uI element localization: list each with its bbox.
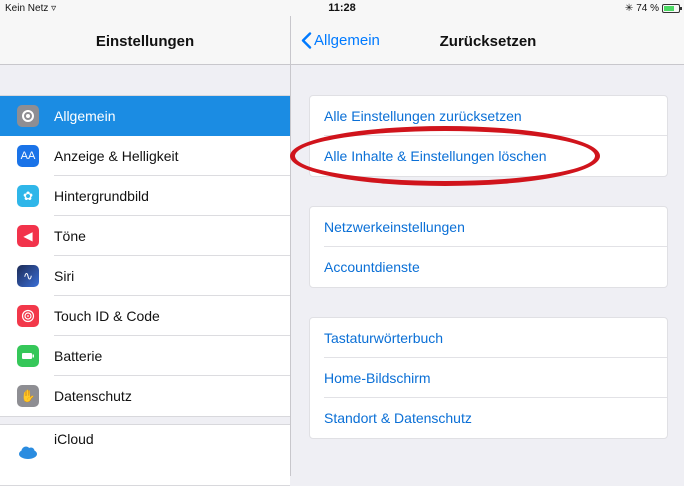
page-title: Zurücksetzen	[439, 33, 537, 50]
reset-all-settings[interactable]: Alle Einstellungen zurücksetzen	[310, 96, 667, 136]
location-privacy[interactable]: Standort & Datenschutz	[310, 398, 667, 438]
row-label: Tastaturwörterbuch	[324, 330, 444, 346]
row-label: Netzwerkeinstellungen	[324, 219, 465, 235]
detail-pane: Allgemein Zurücksetzen Alle Einstellunge…	[291, 0, 684, 476]
fingerprint-icon	[17, 305, 39, 327]
siri-icon: ∿	[17, 265, 39, 287]
sidebar-navbar: Einstellungen	[0, 16, 290, 65]
sidebar-group-icloud: iCloud	[0, 424, 290, 486]
sidebar-item-label: Datenschutz	[54, 388, 132, 404]
sidebar-item-label: Anzeige & Helligkeit	[54, 148, 179, 164]
reset-group-2: Netzwerkeinstellungen Accountdienste	[309, 206, 668, 288]
sidebar-item-icloud[interactable]: iCloud	[0, 425, 290, 485]
network-settings[interactable]: Netzwerkeinstellungen	[310, 207, 667, 247]
row-label: Alle Einstellungen zurücksetzen	[324, 108, 522, 124]
settings-sidebar: Einstellungen Allgemein AA Anzeige & Hel…	[0, 0, 291, 486]
battery-fill	[664, 6, 674, 11]
account-services[interactable]: Accountdienste	[310, 247, 667, 287]
bluetooth-icon: ✳	[624, 3, 634, 14]
sidebar-item-toene[interactable]: ◀ Töne	[0, 216, 290, 256]
sidebar-item-label: Hintergrundbild	[54, 188, 149, 204]
sidebar-item-allgemein[interactable]: Allgemein	[0, 96, 290, 136]
sidebar-item-label: Töne	[54, 228, 86, 244]
reset-group-1: Alle Einstellungen zurücksetzen Alle Inh…	[309, 95, 668, 177]
status-bar: Kein Netz ▿ 11:28 ✳ 74 %	[0, 0, 684, 16]
sidebar-item-label: Siri	[54, 268, 75, 284]
sidebar-title: Einstellungen	[95, 33, 195, 50]
sidebar-item-touchid[interactable]: Touch ID & Code	[0, 296, 290, 336]
cloud-icon	[17, 441, 39, 463]
sidebar-group-main: Allgemein AA Anzeige & Helligkeit ✿ Hint…	[0, 95, 290, 417]
clock: 11:28	[328, 2, 356, 14]
row-label: Alle Inhalte & Einstellungen löschen	[324, 148, 547, 164]
home-screen[interactable]: Home-Bildschirm	[310, 358, 667, 398]
battery-icon	[17, 345, 39, 367]
erase-all-content[interactable]: Alle Inhalte & Einstellungen löschen	[310, 136, 667, 176]
row-label: Standort & Datenschutz	[324, 410, 472, 426]
sidebar-item-siri[interactable]: ∿ Siri	[0, 256, 290, 296]
gear-icon	[17, 105, 39, 127]
sidebar-item-label: iCloud	[54, 431, 94, 447]
speaker-icon: ◀	[17, 225, 39, 247]
sidebar-item-batterie[interactable]: Batterie	[0, 336, 290, 376]
text-size-icon: AA	[17, 145, 39, 167]
detail-navbar: Allgemein Zurücksetzen	[291, 16, 684, 65]
sidebar-item-label: Touch ID & Code	[54, 308, 160, 324]
hand-icon: ✋	[17, 385, 39, 407]
sidebar-item-label: Batterie	[54, 348, 103, 364]
battery-percent: 74 %	[636, 3, 659, 14]
battery-status: ✳ 74 %	[624, 3, 682, 14]
wallpaper-icon: ✿	[17, 185, 39, 207]
keyboard-dictionary[interactable]: Tastaturwörterbuch	[310, 318, 667, 358]
battery-icon	[662, 4, 682, 13]
reset-group-3: Tastaturwörterbuch Home-Bildschirm Stand…	[309, 317, 668, 439]
sidebar-item-datenschutz[interactable]: ✋ Datenschutz	[0, 376, 290, 416]
sidebar-item-label: Allgemein	[54, 108, 116, 124]
sidebar-item-anzeige[interactable]: AA Anzeige & Helligkeit	[0, 136, 290, 176]
row-label: Accountdienste	[324, 259, 420, 275]
sidebar-item-hintergrund[interactable]: ✿ Hintergrundbild	[0, 176, 290, 216]
row-label: Home-Bildschirm	[324, 370, 431, 386]
